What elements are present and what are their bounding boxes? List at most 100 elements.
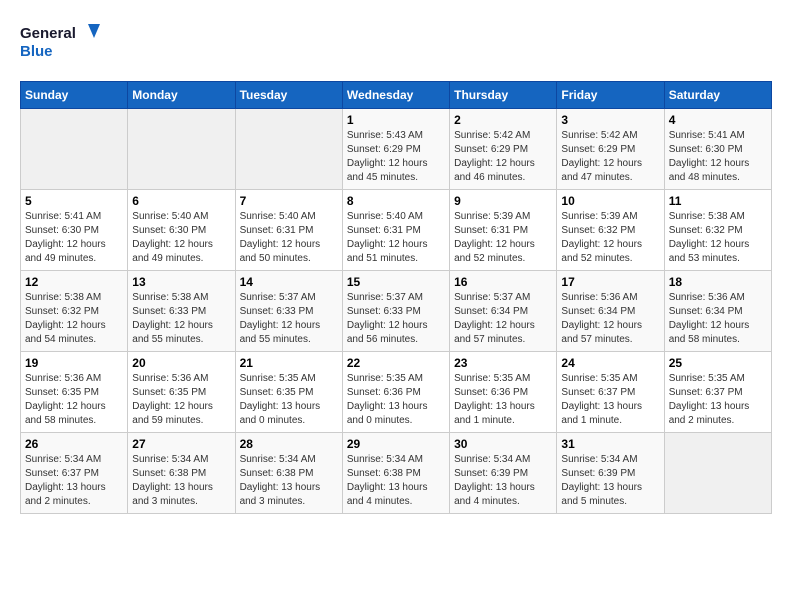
day-info: Sunrise: 5:37 AMSunset: 6:33 PMDaylight:… bbox=[240, 291, 338, 347]
day-number: 28 bbox=[240, 437, 338, 451]
calendar-cell bbox=[128, 109, 235, 190]
weekday-header-saturday: Saturday bbox=[664, 82, 771, 109]
svg-text:General: General bbox=[20, 25, 76, 42]
day-number: 10 bbox=[561, 194, 659, 208]
calendar-cell: 28 Sunrise: 5:34 AMSunset: 6:38 PMDayligh… bbox=[235, 433, 342, 514]
day-number: 4 bbox=[669, 113, 767, 127]
calendar-cell: 17 Sunrise: 5:36 AMSunset: 6:34 PMDayligh… bbox=[557, 271, 664, 352]
day-number: 15 bbox=[347, 275, 445, 289]
weekday-header-wednesday: Wednesday bbox=[342, 82, 449, 109]
calendar-cell: 4Sunrise: 5:41 AMSunset: 6:30 PMDaylight… bbox=[664, 109, 771, 190]
day-number: 13 bbox=[132, 275, 230, 289]
calendar-cell: 12Sunrise: 5:38 AMSunset: 6:32 PMDayligh… bbox=[21, 271, 128, 352]
day-info: Sunrise: 5:41 AMSunset: 6:30 PMDaylight:… bbox=[25, 210, 123, 266]
logo-svg: General Blue bbox=[20, 20, 100, 65]
day-number: 8 bbox=[347, 194, 445, 208]
day-info: Sunrise: 5:34 AMSunset: 6:38 PMDaylight:… bbox=[240, 453, 338, 509]
calendar-cell: 30 Sunrise: 5:34 AMSunset: 6:39 PMDayligh… bbox=[450, 433, 557, 514]
svg-text:Blue: Blue bbox=[20, 43, 53, 60]
day-number: 22 bbox=[347, 356, 445, 370]
day-number: 26 bbox=[25, 437, 123, 451]
day-number: 31 bbox=[561, 437, 659, 451]
day-number: 24 bbox=[561, 356, 659, 370]
day-info: Sunrise: 5:35 AMSunset: 6:37 PMDaylight:… bbox=[669, 372, 767, 428]
day-info: Sunrise: 5:42 AMSunset: 6:29 PMDaylight:… bbox=[454, 129, 552, 185]
weekday-header-thursday: Thursday bbox=[450, 82, 557, 109]
day-info: Sunrise: 5:37 AMSunset: 6:33 PMDaylight:… bbox=[347, 291, 445, 347]
day-info: Sunrise: 5:34 AMSunset: 6:39 PMDaylight:… bbox=[561, 453, 659, 509]
day-info: Sunrise: 5:40 AMSunset: 6:31 PMDaylight:… bbox=[347, 210, 445, 266]
day-number: 23 bbox=[454, 356, 552, 370]
day-info: Sunrise: 5:34 AMSunset: 6:39 PMDaylight:… bbox=[454, 453, 552, 509]
calendar-week-5: 26Sunrise: 5:34 AMSunset: 6:37 PMDayligh… bbox=[21, 433, 772, 514]
day-info: Sunrise: 5:40 AMSunset: 6:30 PMDaylight:… bbox=[132, 210, 230, 266]
calendar-week-3: 12Sunrise: 5:38 AMSunset: 6:32 PMDayligh… bbox=[21, 271, 772, 352]
calendar-cell: 2 Sunrise: 5:42 AMSunset: 6:29 PMDaylight… bbox=[450, 109, 557, 190]
calendar-cell: 31 Sunrise: 5:34 AMSunset: 6:39 PMDayligh… bbox=[557, 433, 664, 514]
calendar-cell: 1 Sunrise: 5:43 AMSunset: 6:29 PMDaylight… bbox=[342, 109, 449, 190]
day-info: Sunrise: 5:38 AMSunset: 6:32 PMDaylight:… bbox=[669, 210, 767, 266]
day-number: 20 bbox=[132, 356, 230, 370]
calendar-cell: 3 Sunrise: 5:42 AMSunset: 6:29 PMDaylight… bbox=[557, 109, 664, 190]
calendar-cell: 23 Sunrise: 5:35 AMSunset: 6:36 PMDayligh… bbox=[450, 352, 557, 433]
day-info: Sunrise: 5:36 AMSunset: 6:34 PMDaylight:… bbox=[669, 291, 767, 347]
calendar-cell: 27 Sunrise: 5:34 AMSunset: 6:38 PMDayligh… bbox=[128, 433, 235, 514]
day-number: 2 bbox=[454, 113, 552, 127]
calendar-cell: 11 Sunrise: 5:38 AMSunset: 6:32 PMDayligh… bbox=[664, 190, 771, 271]
calendar-cell: 15 Sunrise: 5:37 AMSunset: 6:33 PMDayligh… bbox=[342, 271, 449, 352]
calendar-cell: 22 Sunrise: 5:35 AMSunset: 6:36 PMDayligh… bbox=[342, 352, 449, 433]
day-number: 14 bbox=[240, 275, 338, 289]
calendar-cell: 29 Sunrise: 5:34 AMSunset: 6:38 PMDayligh… bbox=[342, 433, 449, 514]
day-number: 19 bbox=[25, 356, 123, 370]
day-info: Sunrise: 5:34 AMSunset: 6:38 PMDaylight:… bbox=[347, 453, 445, 509]
day-info: Sunrise: 5:35 AMSunset: 6:35 PMDaylight:… bbox=[240, 372, 338, 428]
day-number: 11 bbox=[669, 194, 767, 208]
day-info: Sunrise: 5:36 AMSunset: 6:35 PMDaylight:… bbox=[132, 372, 230, 428]
calendar-cell: 26Sunrise: 5:34 AMSunset: 6:37 PMDayligh… bbox=[21, 433, 128, 514]
day-number: 30 bbox=[454, 437, 552, 451]
calendar-cell: 20 Sunrise: 5:36 AMSunset: 6:35 PMDayligh… bbox=[128, 352, 235, 433]
calendar-week-4: 19 Sunrise: 5:36 AMSunset: 6:35 PMDayligh… bbox=[21, 352, 772, 433]
day-number: 1 bbox=[347, 113, 445, 127]
day-number: 21 bbox=[240, 356, 338, 370]
calendar-cell: 14 Sunrise: 5:37 AMSunset: 6:33 PMDayligh… bbox=[235, 271, 342, 352]
day-info: Sunrise: 5:37 AMSunset: 6:34 PMDaylight:… bbox=[454, 291, 552, 347]
calendar-cell bbox=[664, 433, 771, 514]
calendar-cell: 6 Sunrise: 5:40 AMSunset: 6:30 PMDaylight… bbox=[128, 190, 235, 271]
day-info: Sunrise: 5:39 AMSunset: 6:31 PMDaylight:… bbox=[454, 210, 552, 266]
day-info: Sunrise: 5:35 AMSunset: 6:36 PMDaylight:… bbox=[347, 372, 445, 428]
weekday-header-friday: Friday bbox=[557, 82, 664, 109]
day-number: 3 bbox=[561, 113, 659, 127]
day-info: Sunrise: 5:42 AMSunset: 6:29 PMDaylight:… bbox=[561, 129, 659, 185]
day-info: Sunrise: 5:36 AMSunset: 6:34 PMDaylight:… bbox=[561, 291, 659, 347]
day-info: Sunrise: 5:38 AMSunset: 6:33 PMDaylight:… bbox=[132, 291, 230, 347]
weekday-header-row: SundayMondayTuesdayWednesdayThursdayFrid… bbox=[21, 82, 772, 109]
day-info: Sunrise: 5:43 AMSunset: 6:29 PMDaylight:… bbox=[347, 129, 445, 185]
weekday-header-tuesday: Tuesday bbox=[235, 82, 342, 109]
calendar-cell: 16 Sunrise: 5:37 AMSunset: 6:34 PMDayligh… bbox=[450, 271, 557, 352]
day-number: 25 bbox=[669, 356, 767, 370]
calendar-cell: 19 Sunrise: 5:36 AMSunset: 6:35 PMDayligh… bbox=[21, 352, 128, 433]
calendar-cell: 25 Sunrise: 5:35 AMSunset: 6:37 PMDayligh… bbox=[664, 352, 771, 433]
calendar-week-2: 5Sunrise: 5:41 AMSunset: 6:30 PMDaylight… bbox=[21, 190, 772, 271]
day-number: 17 bbox=[561, 275, 659, 289]
day-number: 27 bbox=[132, 437, 230, 451]
calendar-cell bbox=[21, 109, 128, 190]
calendar-cell: 8 Sunrise: 5:40 AMSunset: 6:31 PMDaylight… bbox=[342, 190, 449, 271]
day-number: 6 bbox=[132, 194, 230, 208]
day-info: Sunrise: 5:34 AMSunset: 6:38 PMDaylight:… bbox=[132, 453, 230, 509]
day-info: Sunrise: 5:39 AMSunset: 6:32 PMDaylight:… bbox=[561, 210, 659, 266]
day-number: 16 bbox=[454, 275, 552, 289]
calendar-cell: 18Sunrise: 5:36 AMSunset: 6:34 PMDayligh… bbox=[664, 271, 771, 352]
calendar-table: SundayMondayTuesdayWednesdayThursdayFrid… bbox=[20, 81, 772, 514]
calendar-cell bbox=[235, 109, 342, 190]
day-info: Sunrise: 5:35 AMSunset: 6:37 PMDaylight:… bbox=[561, 372, 659, 428]
page-header: General Blue bbox=[20, 20, 772, 65]
calendar-cell: 7Sunrise: 5:40 AMSunset: 6:31 PMDaylight… bbox=[235, 190, 342, 271]
logo: General Blue bbox=[20, 20, 100, 65]
calendar-cell: 9Sunrise: 5:39 AMSunset: 6:31 PMDaylight… bbox=[450, 190, 557, 271]
day-number: 29 bbox=[347, 437, 445, 451]
day-info: Sunrise: 5:35 AMSunset: 6:36 PMDaylight:… bbox=[454, 372, 552, 428]
weekday-header-monday: Monday bbox=[128, 82, 235, 109]
day-info: Sunrise: 5:36 AMSunset: 6:35 PMDaylight:… bbox=[25, 372, 123, 428]
